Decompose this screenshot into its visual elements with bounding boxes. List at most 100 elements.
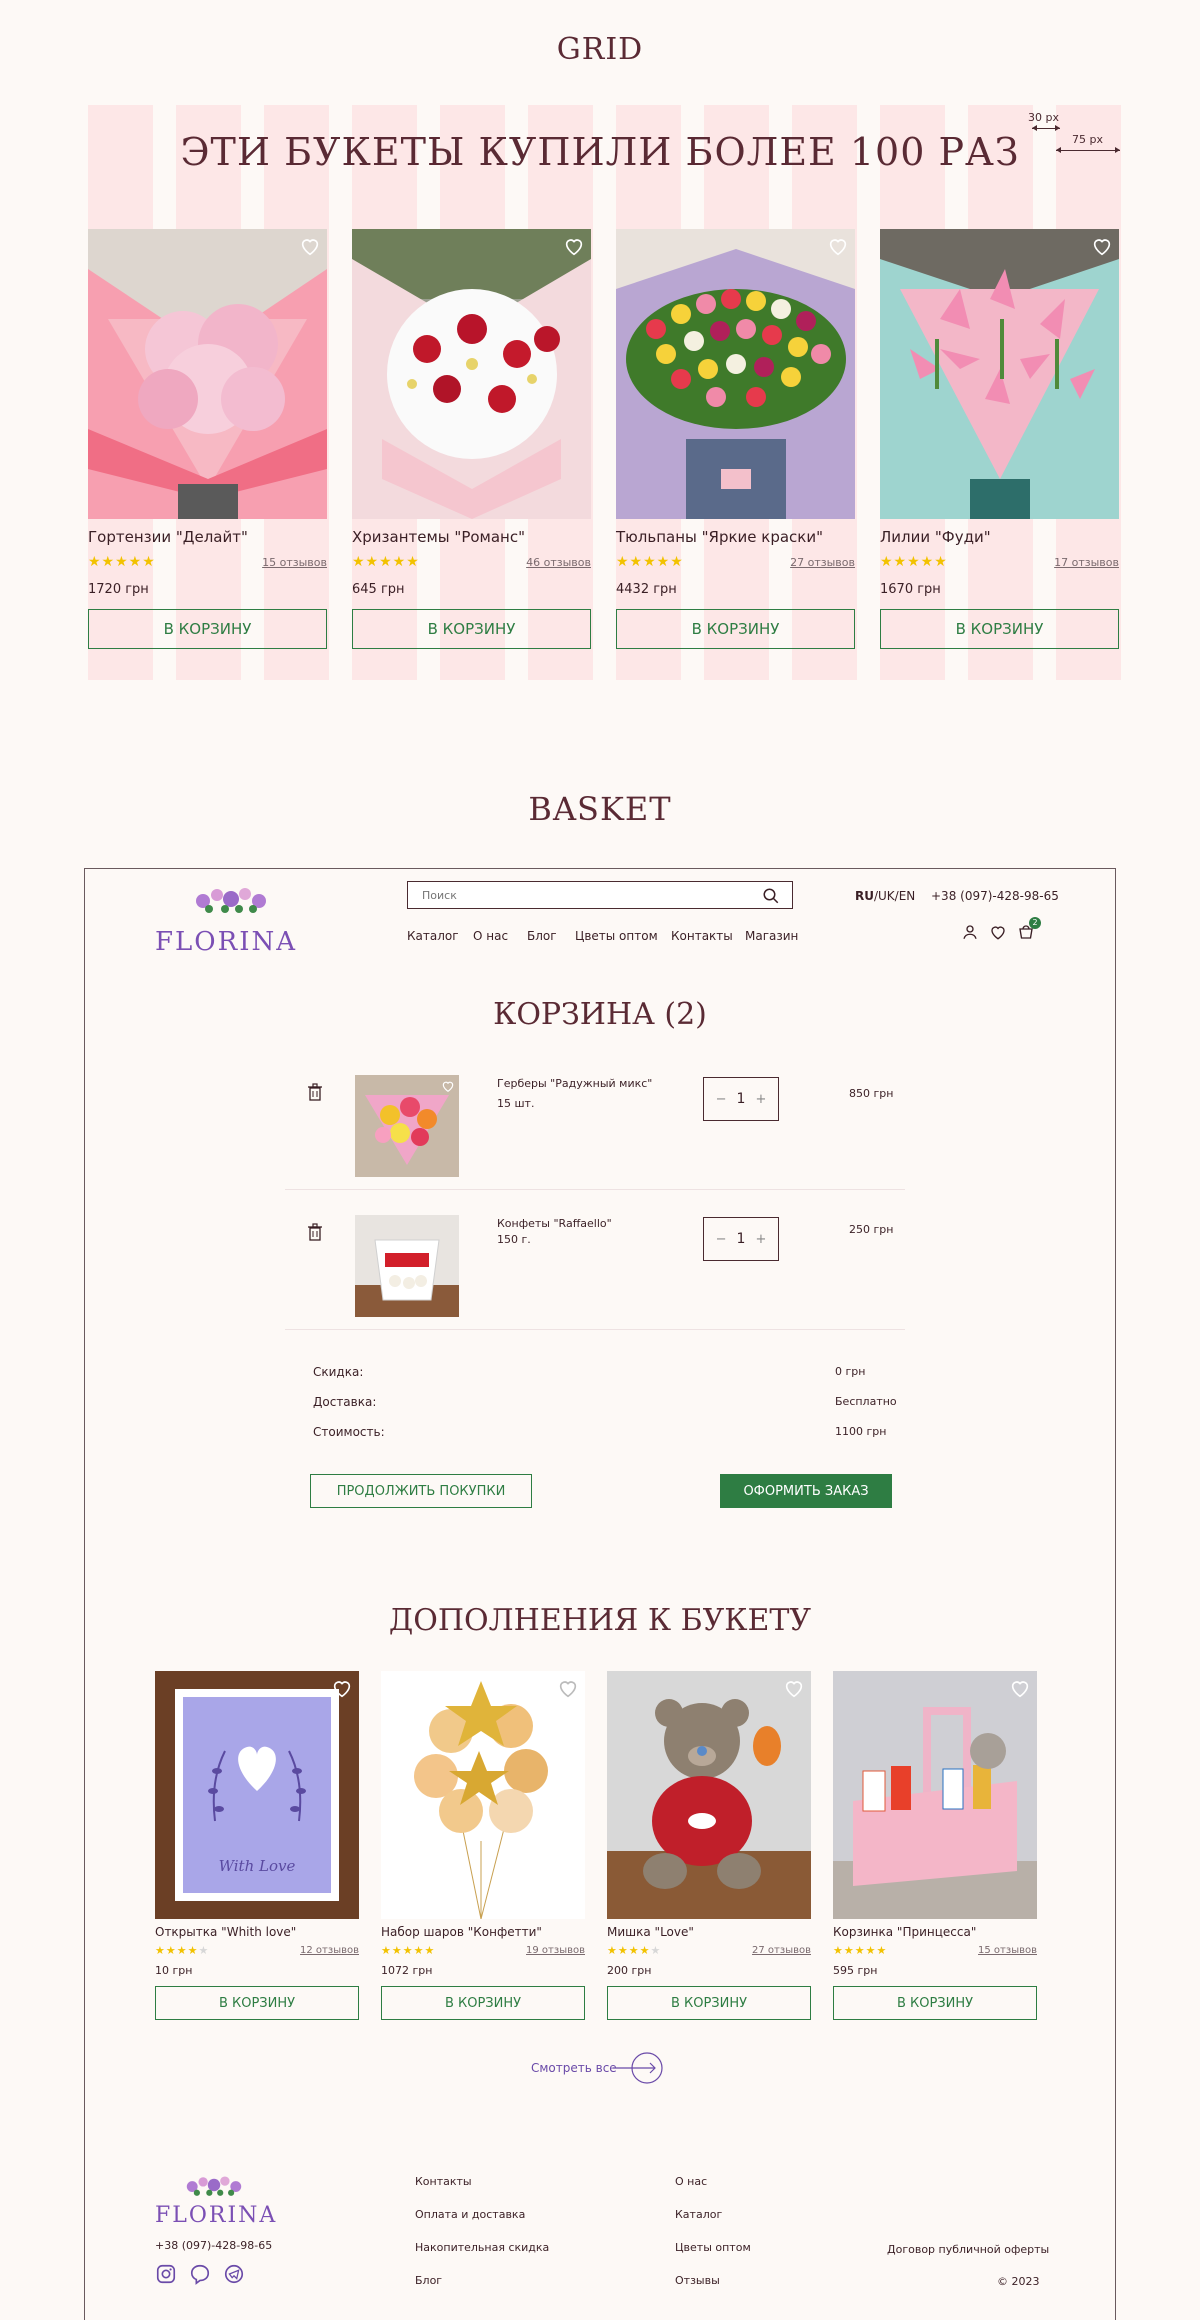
basket-item-price: 850 грн (849, 1087, 894, 1100)
trash-icon[interactable] (307, 1223, 323, 1241)
telegram-icon[interactable] (223, 2263, 245, 2285)
add-to-cart-button[interactable]: В КОРЗИНУ (88, 609, 327, 649)
add-to-cart-button[interactable]: В КОРЗИНУ (616, 609, 855, 649)
see-all-link[interactable]: Смотреть все (531, 2061, 617, 2075)
addon-image-card: With Love (155, 1671, 359, 1919)
cart-count-badge: 2 (1029, 917, 1041, 929)
product-price: 1720 грн (88, 582, 149, 597)
heart-icon[interactable] (827, 235, 849, 257)
footer-link-wholesale[interactable]: Цветы оптом (675, 2241, 751, 2254)
footer-link-about[interactable]: О нас (675, 2175, 707, 2188)
user-icon[interactable] (961, 923, 979, 941)
heart-icon[interactable] (299, 235, 321, 257)
footer-link-loyalty[interactable]: Накопительная скидка (415, 2241, 549, 2254)
increase-button[interactable]: + (755, 1232, 766, 1247)
lang-others[interactable]: /UK/EN (874, 889, 915, 903)
heart-icon[interactable] (557, 1677, 579, 1699)
item-divider (285, 1329, 905, 1330)
product-name[interactable]: Мишка "Love" (607, 1925, 811, 1939)
checkout-button[interactable]: ОФОРМИТЬ ЗАКАЗ (720, 1474, 892, 1508)
product-name[interactable]: Хризантемы "Романс" (352, 528, 591, 546)
reviews-link[interactable]: 27 отзывов (752, 1945, 811, 1956)
nav-wholesale[interactable]: Цветы оптом (575, 929, 658, 943)
reviews-link[interactable]: 12 отзывов (300, 1945, 359, 1956)
site-logo[interactable]: FLORINA (155, 881, 315, 961)
footer-link-reviews[interactable]: Отзывы (675, 2274, 720, 2287)
product-name[interactable]: Корзинка "Принцесса" (833, 1925, 1037, 1939)
add-to-cart-button[interactable]: В КОРЗИНУ (880, 609, 1119, 649)
product-name[interactable]: Тюльпаны "Яркие краски" (616, 528, 855, 546)
discount-label: Скидка: (313, 1365, 364, 1379)
search-bar (407, 881, 793, 909)
footer-logo[interactable]: FLORINA (155, 2171, 285, 2231)
product-price: 595 грн (833, 1964, 878, 1977)
basket-item-name[interactable]: Конфеты "Raffaello" (497, 1217, 612, 1230)
search-input[interactable] (408, 882, 735, 908)
addon-image-teddy (607, 1671, 811, 1919)
continue-shopping-button[interactable]: ПРОДОЛЖИТЬ ПОКУПКИ (310, 1474, 532, 1508)
delivery-label: Доставка: (313, 1395, 377, 1409)
arrow-right-icon[interactable] (613, 2051, 665, 2085)
decrease-button[interactable]: − (716, 1232, 727, 1247)
reviews-link[interactable]: 15 отзывов (978, 1945, 1037, 1956)
copyright: © 2023 (997, 2275, 1040, 2288)
footer-link-offer[interactable]: Договор публичной оферты (887, 2243, 1049, 2256)
nav-contacts[interactable]: Контакты (671, 929, 733, 943)
lang-active[interactable]: RU (855, 889, 874, 903)
add-to-cart-button[interactable]: В КОРЗИНУ (833, 1986, 1037, 2020)
instagram-icon[interactable] (155, 2263, 177, 2285)
heart-icon[interactable] (1009, 1677, 1031, 1699)
product-name[interactable]: Лилии "Фуди" (880, 528, 1119, 546)
increase-button[interactable]: + (755, 1092, 766, 1107)
add-to-cart-button[interactable]: В КОРЗИНУ (607, 1986, 811, 2020)
nav-shop[interactable]: Магазин (745, 929, 798, 943)
add-to-cart-button[interactable]: В КОРЗИНУ (352, 609, 591, 649)
product-card: Тюльпаны "Яркие краски" ★★★★★ 27 отзывов… (616, 229, 855, 649)
basket-section-label: BASKET (528, 790, 672, 828)
basket-item-amount: 15 шт. (497, 1097, 535, 1110)
product-name[interactable]: Набор шаров "Конфетти" (381, 1925, 585, 1939)
search-icon[interactable] (762, 887, 780, 905)
product-image-chrysanthemum (352, 229, 591, 519)
reviews-link[interactable]: 46 отзывов (526, 556, 591, 569)
heart-icon[interactable] (563, 235, 585, 257)
reviews-link[interactable]: 19 отзывов (526, 1945, 585, 1956)
footer-link-blog[interactable]: Блог (415, 2274, 442, 2287)
footer-phone[interactable]: +38 (097)-428-98-65 (155, 2239, 272, 2252)
heart-icon[interactable] (1091, 235, 1113, 257)
product-name[interactable]: Открытка "Whith love" (155, 1925, 359, 1939)
footer-link-catalog[interactable]: Каталог (675, 2208, 722, 2221)
footer-link-contacts[interactable]: Контакты (415, 2175, 472, 2188)
product-name[interactable]: Гортензии "Делайт" (88, 528, 327, 546)
quantity-value[interactable]: 1 (737, 1231, 746, 1247)
footer-link-payment[interactable]: Оплата и доставка (415, 2208, 525, 2221)
add-to-cart-button[interactable]: В КОРЗИНУ (155, 1986, 359, 2020)
basket-item-name[interactable]: Герберы "Радужный микс" (497, 1077, 652, 1090)
language-switcher[interactable]: RU/UK/EN (855, 889, 915, 903)
nav-about[interactable]: О нас (473, 929, 508, 943)
viber-icon[interactable] (189, 2263, 211, 2285)
reviews-link[interactable]: 15 отзывов (262, 556, 327, 569)
quantity-stepper: − 1 + (703, 1077, 779, 1121)
trash-icon[interactable] (307, 1083, 323, 1101)
reviews-link[interactable]: 27 отзывов (790, 556, 855, 569)
addon-image-basket (833, 1671, 1037, 1919)
nav-blog[interactable]: Блог (527, 929, 557, 943)
header-phone[interactable]: +38 (097)-428-98-65 (931, 889, 1059, 903)
heart-icon[interactable] (331, 1677, 353, 1699)
quantity-value[interactable]: 1 (737, 1091, 746, 1107)
heart-icon[interactable] (783, 1677, 805, 1699)
basket-title: КОРЗИНА (2) (493, 997, 707, 1032)
discount-value: 0 грн (835, 1365, 866, 1378)
add-to-cart-button[interactable]: В КОРЗИНУ (381, 1986, 585, 2020)
total-label: Стоимость: (313, 1425, 385, 1439)
heart-icon[interactable] (441, 1079, 455, 1093)
nav-catalog[interactable]: Каталог (407, 929, 459, 943)
reviews-link[interactable]: 17 отзывов (1054, 556, 1119, 569)
addon-card: Мишка "Love" ★★★★★ 27 отзывов 200 грн В … (607, 1671, 811, 2020)
decrease-button[interactable]: − (716, 1092, 727, 1107)
basket-item-image-gerberas (355, 1075, 459, 1177)
product-card: Лилии "Фуди" ★★★★★ 17 отзывов 1670 грн В… (880, 229, 1119, 649)
card-inscription: With Love (218, 1857, 296, 1875)
heart-icon[interactable] (989, 923, 1007, 941)
